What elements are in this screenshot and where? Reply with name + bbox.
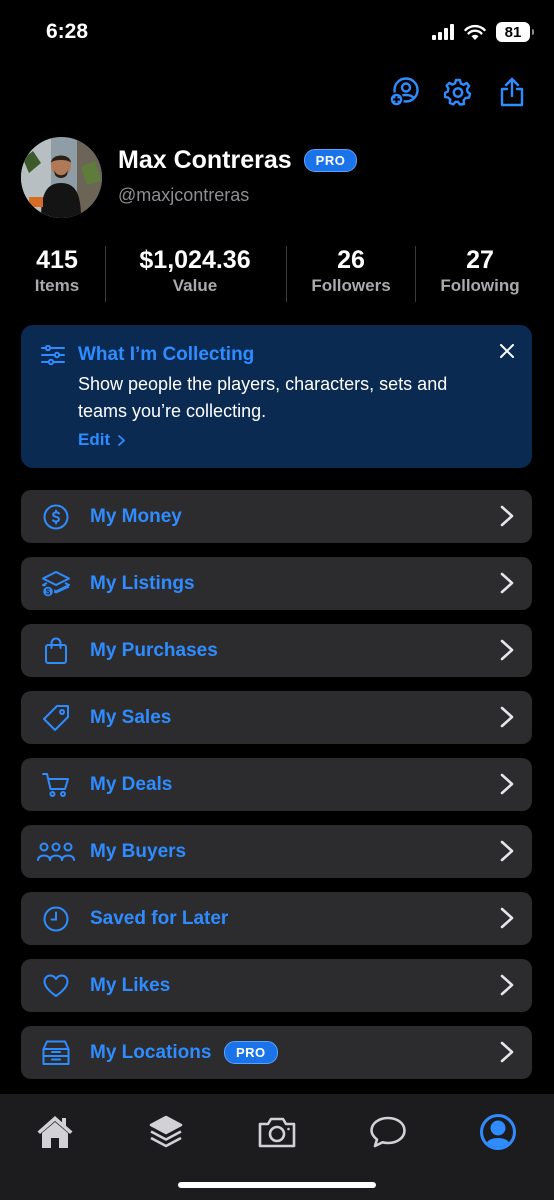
top-actions: [388, 76, 528, 108]
heart-icon: [41, 972, 71, 1000]
chevron-right-icon: [500, 572, 514, 599]
menu-item-my-likes[interactable]: My Likes: [21, 959, 532, 1012]
stat-value: $1,024.36: [139, 246, 251, 274]
stats-row: 415 Items $1,024.36 Value 26 Followers 2…: [0, 244, 554, 302]
layers-dollar-icon: $: [41, 570, 71, 598]
stat-value: 27: [466, 246, 494, 274]
menu-item-label: My Sales: [90, 706, 172, 728]
gear-icon[interactable]: [442, 76, 474, 108]
sliders-icon: [41, 344, 65, 370]
menu-item-my-money[interactable]: My Money: [21, 490, 532, 543]
stat-value-total[interactable]: $1,024.36 Value: [120, 244, 270, 296]
clock-icon: [41, 905, 71, 933]
stat-divider: [286, 246, 287, 302]
menu-item-saved-for-later[interactable]: Saved for Later: [21, 892, 532, 945]
status-time: 6:28: [46, 20, 89, 43]
stat-label: Value: [172, 276, 218, 295]
archive-box-icon: [41, 1039, 71, 1067]
menu-item-label: My Deals: [90, 773, 173, 795]
menu-item-label: My Locations: [90, 1041, 212, 1063]
chevron-right-icon: [500, 840, 514, 867]
menu-item-label: My Listings: [90, 572, 195, 594]
menu-item-my-listings[interactable]: $ My Listings: [21, 557, 532, 610]
menu-item-my-purchases[interactable]: My Purchases: [21, 624, 532, 677]
wifi-icon: [464, 24, 486, 40]
cart-icon: [41, 771, 71, 799]
profile-name-row: Max Contreras PRO: [118, 146, 358, 175]
menu-item-label: My Buyers: [90, 840, 187, 862]
menu-item-label: My Money: [90, 505, 182, 527]
collecting-title: What I’m Collecting: [78, 344, 255, 365]
status-indicators: 81: [432, 22, 534, 42]
tag-icon: [41, 704, 71, 732]
battery-indicator: 81: [496, 22, 534, 42]
home-icon[interactable]: [35, 1112, 75, 1152]
chat-icon[interactable]: [368, 1112, 408, 1152]
chevron-right-icon: [500, 974, 514, 1001]
group-icon: [37, 838, 75, 866]
stat-following[interactable]: 27 Following: [428, 244, 532, 296]
chevron-right-icon: [500, 773, 514, 800]
menu-item-label: Saved for Later: [90, 907, 229, 929]
status-bar: 6:28 81: [0, 0, 554, 66]
profile-handle: @maxjcontreras: [118, 185, 250, 205]
menu-item-my-locations[interactable]: My Locations PRO: [21, 1026, 532, 1079]
profile-icon[interactable]: [478, 1112, 518, 1152]
close-icon[interactable]: [500, 344, 514, 363]
stat-label: Following: [440, 276, 520, 295]
profile-name: Max Contreras: [118, 146, 292, 174]
menu-item-label: My Purchases: [90, 639, 218, 661]
chevron-right-icon: [500, 639, 514, 666]
add-user-icon[interactable]: [388, 76, 420, 108]
chevron-right-icon: [500, 505, 514, 532]
chevron-right-icon: [500, 907, 514, 934]
menu-list: My Money $ My Listings My Purchases My S…: [21, 490, 532, 1093]
layers-icon[interactable]: [146, 1112, 186, 1152]
stat-divider: [105, 246, 106, 302]
pro-badge: PRO: [224, 1041, 278, 1064]
collecting-description: Show people the players, characters, set…: [78, 374, 448, 421]
chevron-right-icon: [500, 706, 514, 733]
camera-icon[interactable]: [257, 1112, 297, 1152]
stat-followers[interactable]: 26 Followers: [300, 244, 402, 296]
stat-divider: [415, 246, 416, 302]
menu-item-label: My Likes: [90, 974, 171, 996]
stat-items[interactable]: 415 Items: [22, 244, 92, 296]
stat-value: 26: [337, 246, 365, 274]
cellular-signal-icon: [432, 24, 454, 40]
stat-label: Followers: [311, 276, 391, 295]
menu-item-my-deals[interactable]: My Deals: [21, 758, 532, 811]
dollar-circle-icon: [41, 503, 71, 531]
share-icon[interactable]: [496, 76, 528, 108]
collecting-card: What I’m Collecting Show people the play…: [21, 325, 532, 468]
stat-value: 415: [36, 246, 78, 274]
collecting-edit-link[interactable]: Edit: [78, 430, 126, 450]
menu-item-my-buyers[interactable]: My Buyers: [21, 825, 532, 878]
edit-label: Edit: [78, 430, 111, 449]
avatar[interactable]: [21, 137, 102, 218]
svg-text:$: $: [46, 588, 51, 597]
chevron-right-icon: [118, 434, 126, 446]
chevron-right-icon: [500, 1041, 514, 1068]
menu-item-my-sales[interactable]: My Sales: [21, 691, 532, 744]
shopping-bag-icon: [41, 637, 71, 665]
home-indicator: [178, 1182, 376, 1188]
pro-badge: PRO: [303, 149, 358, 172]
stat-label: Items: [34, 276, 80, 295]
